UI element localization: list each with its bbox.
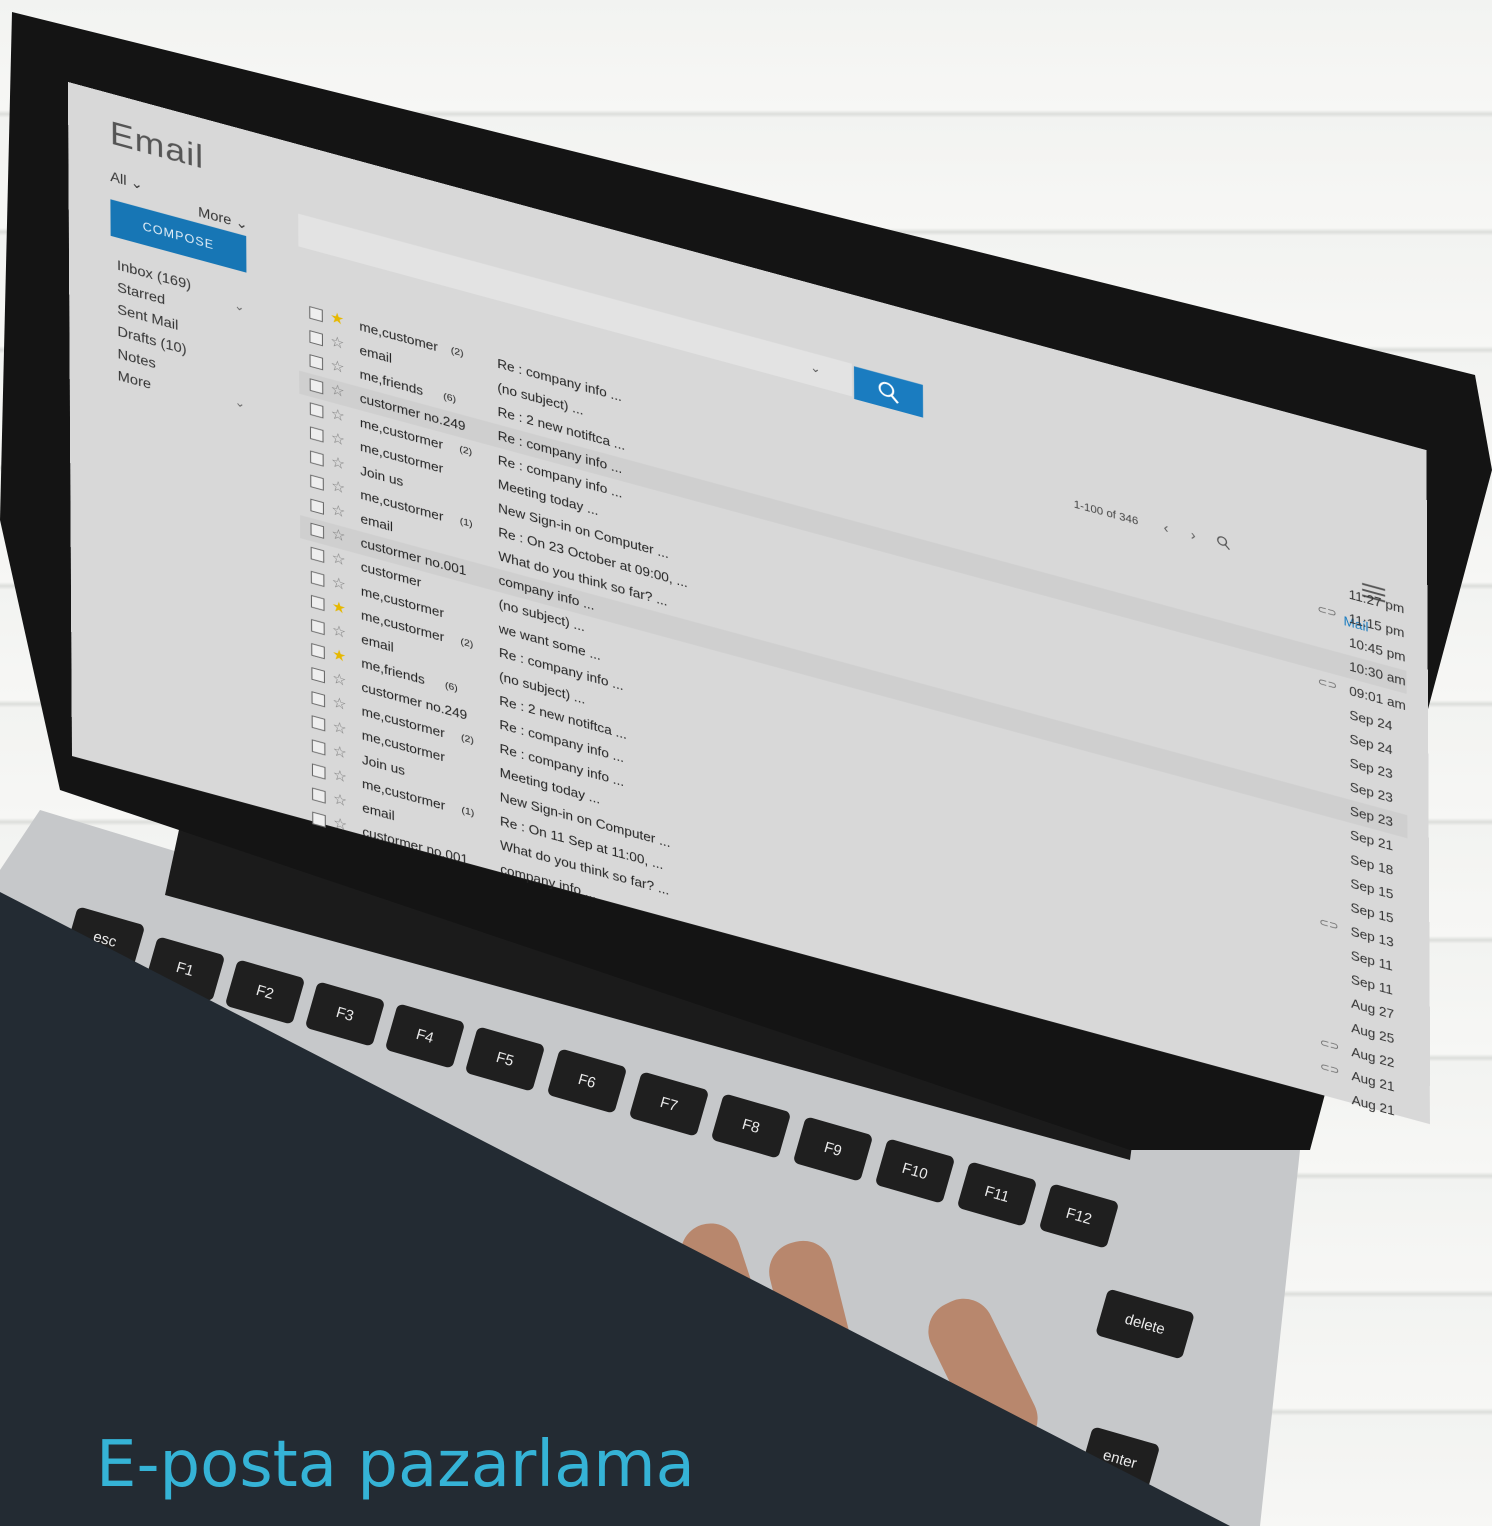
star-icon[interactable]: ☆	[331, 404, 345, 425]
email-sender: email	[359, 342, 393, 366]
row-checkbox[interactable]	[310, 594, 325, 612]
filter-all-label: All	[110, 168, 127, 189]
star-icon[interactable]: ☆	[333, 789, 347, 810]
row-checkbox[interactable]	[312, 787, 326, 804]
photo-scene: esc F1 F2 F3 F4 F5 F6 F7 F8 F9 F10 F11 F…	[0, 0, 1492, 1526]
search-button[interactable]	[853, 366, 924, 418]
star-icon[interactable]: ☆	[333, 741, 347, 762]
search-icon	[878, 381, 899, 404]
row-checkbox[interactable]	[311, 739, 326, 756]
email-sender: email	[361, 631, 394, 655]
email-thread-count: (2)	[460, 636, 474, 651]
star-icon[interactable]: ☆	[333, 813, 347, 834]
folder-count: (10)	[160, 334, 187, 358]
row-checkbox[interactable]	[309, 402, 324, 419]
star-icon[interactable]: ☆	[332, 573, 346, 594]
star-icon[interactable]: ★	[332, 597, 346, 618]
headline-line-1: E-posta pazarlama	[96, 1428, 695, 1502]
attachment-icon: ⊂⊃	[1317, 675, 1338, 693]
row-checkbox[interactable]	[312, 811, 326, 828]
star-icon[interactable]: ☆	[332, 717, 346, 738]
chevron-down-icon: ⌄	[130, 173, 143, 193]
star-icon[interactable]: ☆	[333, 765, 347, 786]
row-checkbox[interactable]	[311, 715, 326, 732]
row-checkbox[interactable]	[310, 570, 325, 588]
star-icon[interactable]: ☆	[330, 380, 345, 401]
chevron-down-icon[interactable]: ⌄	[235, 394, 246, 410]
row-checkbox[interactable]	[311, 763, 326, 780]
row-checkbox[interactable]	[310, 546, 325, 563]
chevron-down-icon[interactable]: ⌄	[234, 298, 245, 314]
chevron-down-icon: ⌄	[235, 213, 248, 233]
email-thread-count: (2)	[459, 443, 473, 458]
star-icon[interactable]: ☆	[331, 428, 345, 449]
row-checkbox[interactable]	[311, 618, 325, 636]
email-sender: email	[360, 511, 394, 535]
attachment-icon: ⊂⊃	[1320, 1060, 1340, 1078]
row-checkbox[interactable]	[309, 354, 324, 371]
row-checkbox[interactable]	[311, 691, 326, 708]
row-checkbox[interactable]	[310, 474, 324, 491]
attachment-icon: ⊂⊃	[1319, 1036, 1340, 1054]
row-checkbox[interactable]	[311, 643, 325, 660]
star-icon[interactable]: ☆	[330, 356, 344, 377]
row-checkbox[interactable]	[309, 306, 323, 323]
app-title: Email	[109, 114, 205, 177]
star-icon[interactable]: ☆	[331, 476, 345, 497]
email-thread-count: (2)	[450, 345, 464, 360]
email-thread-count: (6)	[444, 680, 458, 695]
star-icon[interactable]: ★	[330, 308, 344, 329]
star-icon[interactable]: ☆	[330, 332, 344, 353]
row-checkbox[interactable]	[310, 450, 324, 467]
row-checkbox[interactable]	[309, 426, 324, 443]
star-icon[interactable]: ☆	[331, 524, 345, 545]
star-icon[interactable]: ☆	[332, 693, 346, 714]
email-thread-count: (1)	[461, 804, 475, 819]
star-icon[interactable]: ☆	[331, 549, 345, 570]
email-thread-count: (6)	[443, 391, 457, 406]
email-thread-count: (1)	[459, 516, 473, 531]
attachment-icon: ⊂⊃	[1317, 603, 1337, 621]
star-icon[interactable]: ☆	[332, 669, 346, 690]
star-icon[interactable]: ☆	[331, 500, 345, 521]
email-list: ★ me,customer (2) Re : company info ... 11:2…	[68, 82, 1426, 1118]
folder-list: Inbox (169) Starred Sent Mail Drafts (10…	[117, 254, 192, 407]
attachment-icon: ⊂⊃	[1319, 916, 1339, 934]
filter-all-dropdown[interactable]: All ⌄	[110, 168, 143, 193]
star-icon[interactable]: ☆	[331, 452, 345, 473]
row-checkbox[interactable]	[311, 667, 325, 684]
star-icon[interactable]: ★	[332, 645, 346, 666]
star-icon[interactable]: ☆	[332, 621, 346, 642]
search-options-chevron-icon[interactable]: ⌄	[810, 360, 821, 376]
row-checkbox[interactable]	[309, 378, 324, 395]
email-sender: email	[362, 800, 395, 824]
row-checkbox[interactable]	[309, 330, 323, 347]
row-checkbox[interactable]	[310, 522, 325, 539]
email-thread-count: (2)	[461, 732, 474, 747]
row-checkbox[interactable]	[310, 498, 324, 515]
